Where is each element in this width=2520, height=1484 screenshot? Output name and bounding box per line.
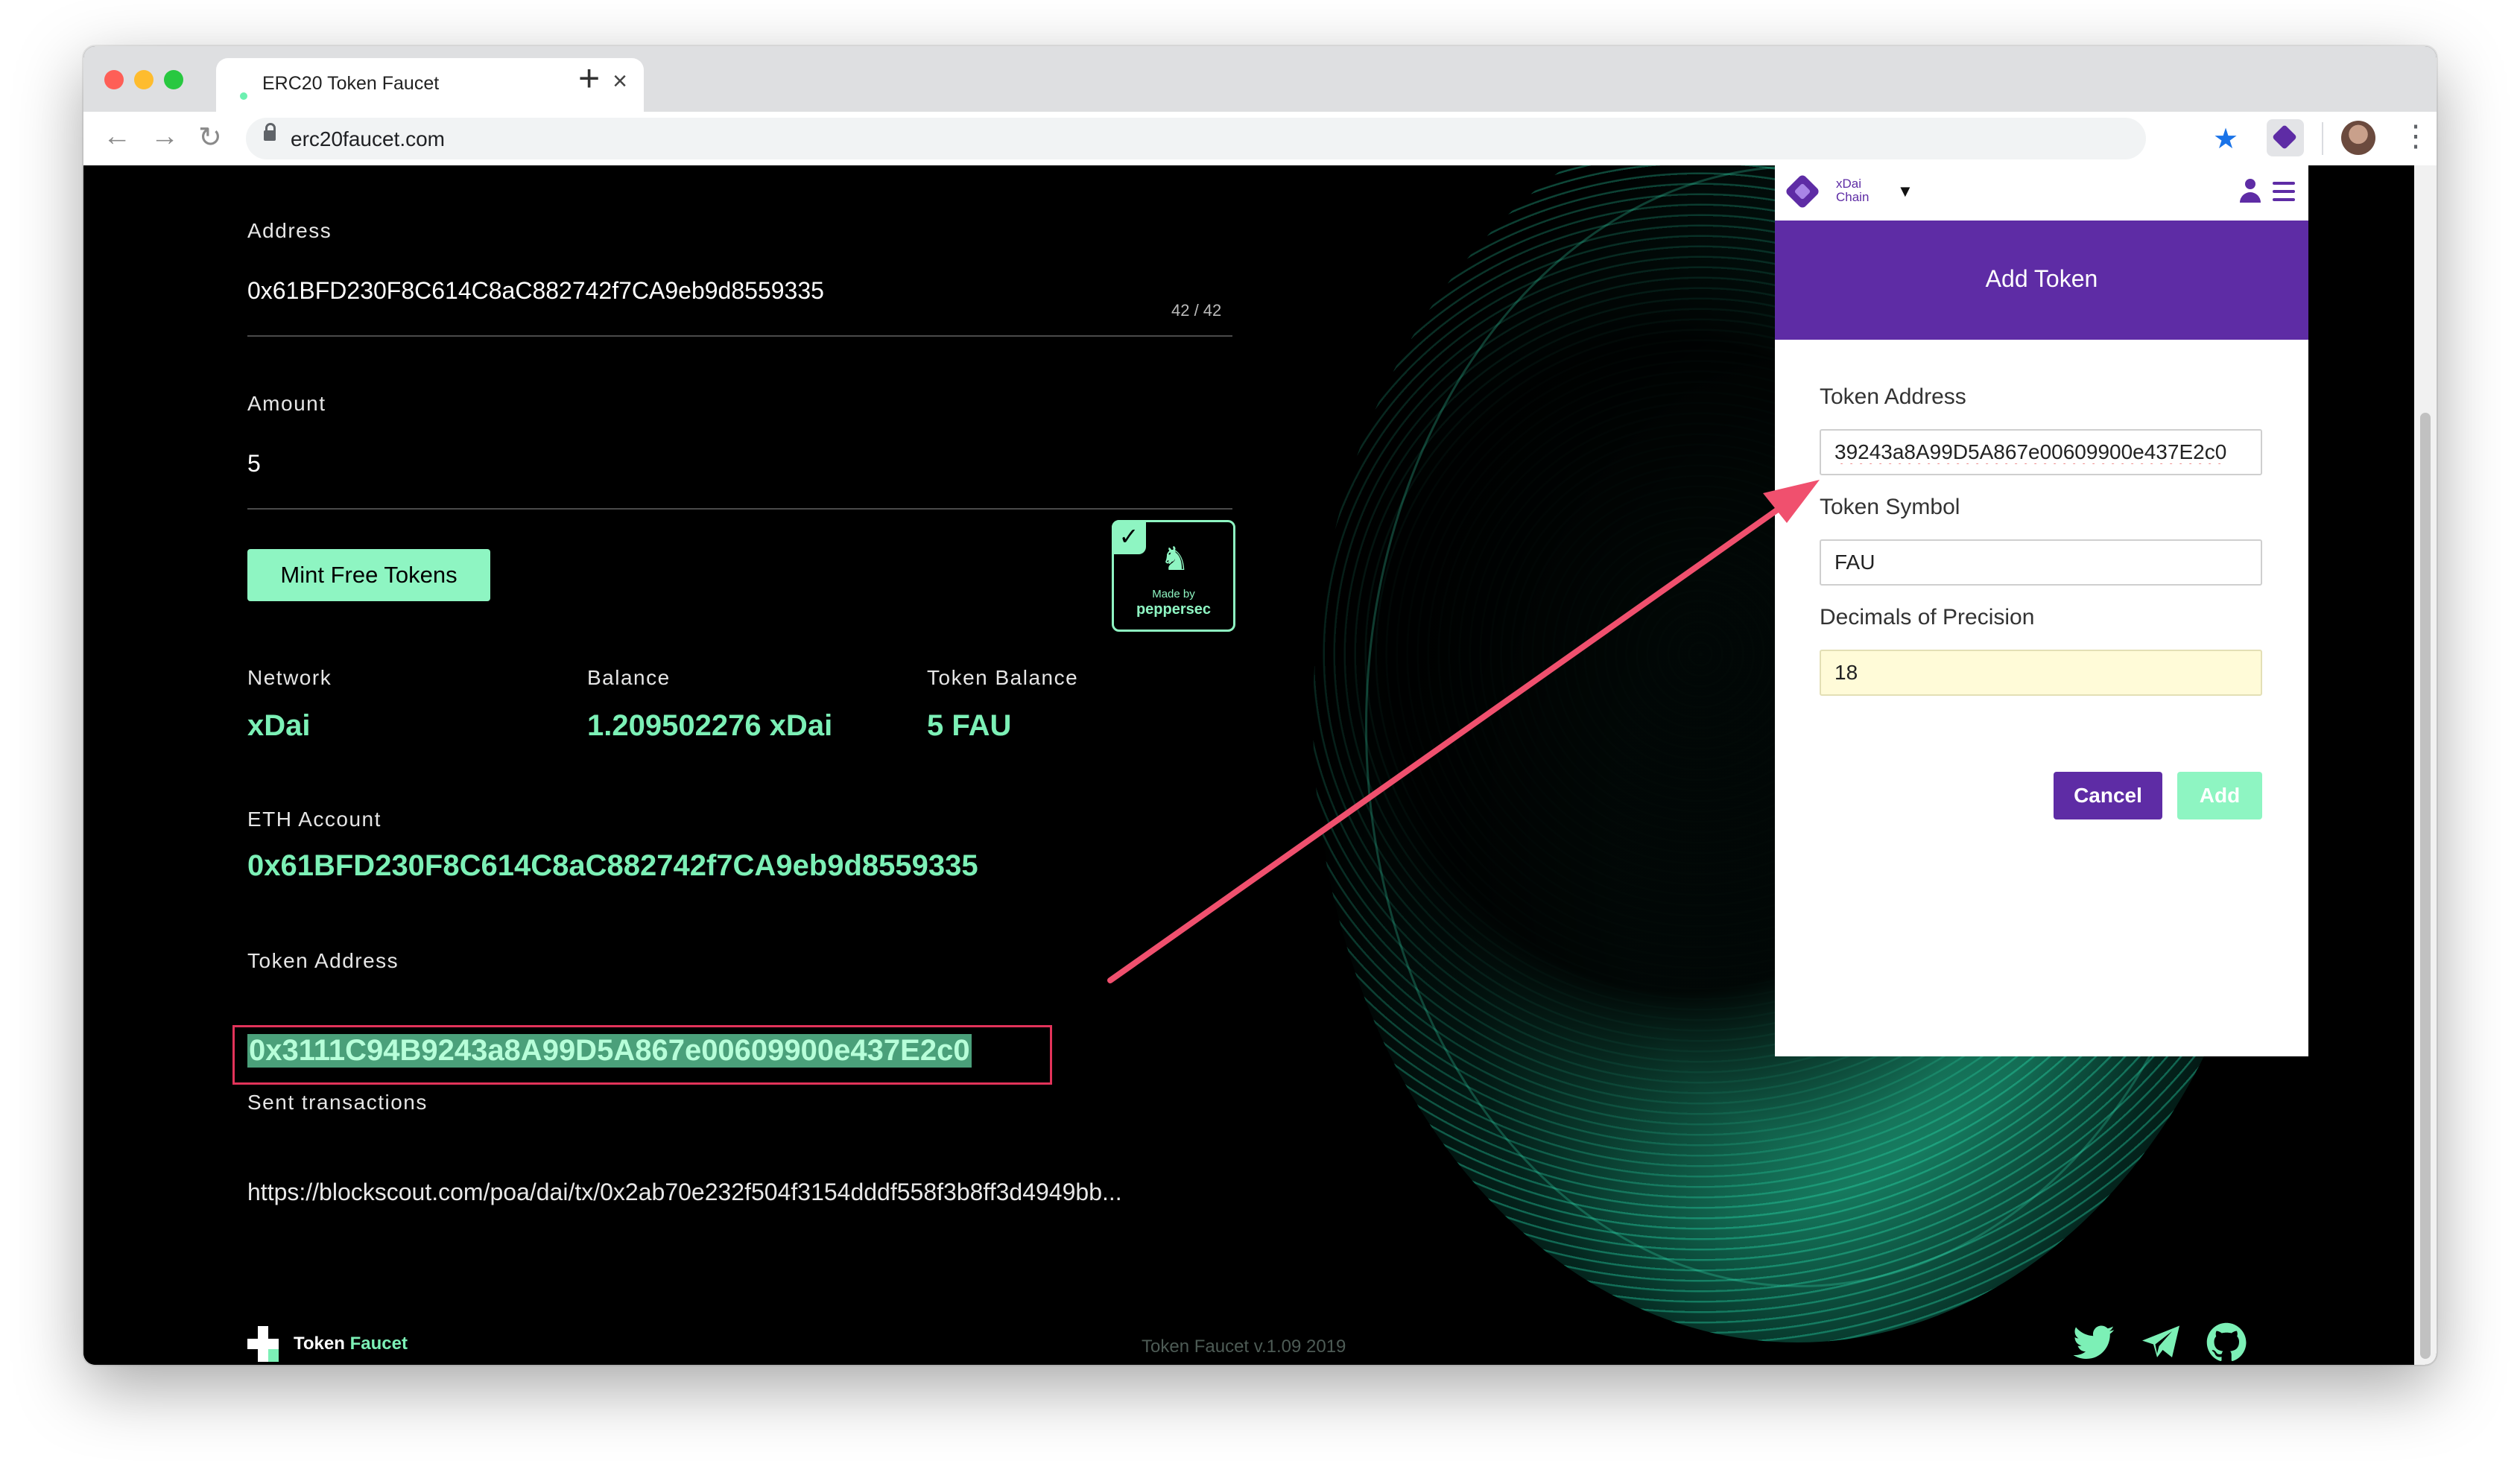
close-window-button[interactable]	[104, 70, 124, 89]
bookmark-star-icon[interactable]: ★	[2213, 122, 2238, 156]
lock-icon	[264, 123, 276, 141]
back-icon[interactable]: ←	[103, 121, 131, 153]
telegram-icon[interactable]	[2138, 1320, 2183, 1365]
sent-transaction-link[interactable]: https://blockscout.com/poa/dai/tx/0x2ab7…	[247, 1179, 1238, 1206]
token-symbol-input[interactable]	[1820, 539, 2262, 586]
network-selector[interactable]: xDai Chain	[1836, 177, 1869, 204]
popup-token-address-input[interactable]	[1820, 429, 2262, 475]
hamburger-menu-icon[interactable]	[2273, 182, 2295, 201]
token-faucet-logo-icon	[247, 1326, 279, 1362]
reload-icon[interactable]: ↻	[198, 121, 222, 154]
sent-transactions-label: Sent transactions	[247, 1091, 428, 1114]
address-underline	[247, 335, 1232, 337]
token-balance-value: 5 FAU	[927, 709, 1012, 742]
eth-account-value: 0x61BFD230F8C614C8aC882742f7CA9eb9d85593…	[247, 849, 978, 882]
eth-account-label: ETH Account	[247, 808, 382, 831]
chevron-down-icon[interactable]: ▼	[1897, 182, 1913, 201]
profile-avatar[interactable]	[2341, 121, 2375, 155]
address-char-counter: 42 / 42	[1171, 301, 1222, 320]
address-bar[interactable]: erc20faucet.com	[246, 118, 2146, 159]
amount-label: Amount	[247, 392, 326, 415]
token-symbol-label: Token Symbol	[1820, 495, 1960, 519]
toolbar-divider	[2322, 122, 2323, 155]
popup-title-banner: Add Token	[1775, 221, 2308, 340]
forward-icon[interactable]: →	[151, 121, 179, 153]
balance-label: Balance	[587, 666, 671, 689]
tab-close-icon[interactable]: ×	[612, 67, 627, 96]
popup-header: xDai Chain ▼	[1775, 165, 2308, 221]
footer-brand-faucet: Faucet	[349, 1334, 408, 1354]
network-label: Network	[247, 666, 332, 689]
amount-input[interactable]: 5	[247, 450, 261, 478]
amount-underline	[247, 508, 1232, 510]
xdai-logo-icon	[1784, 173, 1821, 210]
footer-brand-token: Token	[294, 1334, 345, 1354]
new-tab-icon[interactable]: +	[578, 57, 600, 100]
github-icon[interactable]	[2204, 1320, 2249, 1365]
chain-name-line2: Chain	[1836, 190, 1870, 204]
browser-toolbar: ← → ↻ erc20faucet.com ★ ⋮	[83, 112, 2437, 167]
address-input[interactable]: 0x61BFD230F8C614C8aC882742f7CA9eb9d85593…	[247, 277, 824, 305]
badge-made-by-text: Made by	[1152, 588, 1195, 600]
url-text: erc20faucet.com	[291, 127, 445, 150]
spartan-helmet-icon: ♞	[1160, 541, 1190, 577]
decimals-label: Decimals of Precision	[1820, 605, 2035, 630]
browser-menu-icon[interactable]: ⋮	[2401, 119, 2431, 153]
footer-brand: Token Faucet	[294, 1334, 408, 1354]
token-address-value[interactable]: 0x3111C94B9243a8A99D5A867e00609900e437E2…	[247, 1034, 972, 1068]
decimals-input[interactable]	[1820, 650, 2262, 696]
version-text: Token Faucet v.1.09 2019	[1142, 1336, 1346, 1357]
chain-name-line1: xDai	[1836, 177, 1862, 191]
cancel-button[interactable]: Cancel	[2054, 772, 2162, 819]
network-value: xDai	[247, 709, 311, 742]
made-by-peppersec-badge[interactable]: ✓ ♞ Made by peppersec	[1112, 520, 1235, 632]
xdai-extension-button[interactable]	[2267, 119, 2304, 156]
add-token-popup: xDai Chain ▼ Add Token Token Address Tok…	[1775, 165, 2308, 1056]
token-address-label: Token Address	[247, 949, 399, 972]
tab-title: ERC20 Token Faucet	[262, 73, 440, 94]
user-icon[interactable]	[2238, 179, 2262, 204]
popup-title: Add Token	[1985, 265, 2098, 292]
token-balance-label: Token Balance	[927, 666, 1079, 689]
mint-free-tokens-button[interactable]: Mint Free Tokens	[247, 549, 490, 601]
checkmark-icon: ✓	[1112, 520, 1146, 554]
page-scrollbar-thumb[interactable]	[2420, 413, 2431, 1359]
popup-token-address-label: Token Address	[1820, 384, 1966, 409]
add-button[interactable]: Add	[2177, 772, 2262, 819]
tab-strip: ERC20 Token Faucet × +	[83, 46, 2437, 112]
browser-window: ERC20 Token Faucet × + ← → ↻ erc20faucet…	[83, 46, 2437, 1365]
twitter-icon[interactable]	[2071, 1320, 2116, 1365]
address-label: Address	[247, 219, 332, 242]
tab-favicon-icon	[240, 92, 247, 100]
minimize-window-button[interactable]	[134, 70, 153, 89]
balance-value: 1.209502276 xDai	[587, 709, 833, 742]
xdai-diamond-icon	[2272, 124, 2297, 150]
badge-brand-text: peppersec	[1136, 601, 1212, 618]
maximize-window-button[interactable]	[164, 70, 183, 89]
